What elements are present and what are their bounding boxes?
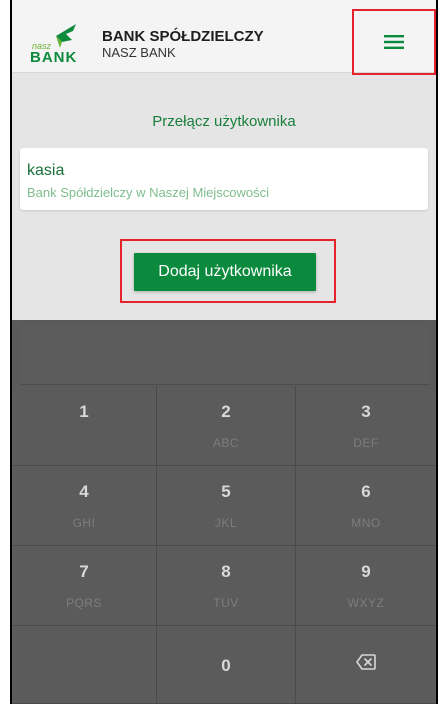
key-letters: ABC — [212, 436, 240, 450]
brand-subtitle: NASZ BANK — [102, 45, 176, 60]
key-digit: 0 — [221, 656, 231, 675]
key-empty — [12, 626, 157, 704]
pin-display — [20, 326, 430, 385]
user-bank-name: Bank Spółdzielczy w Naszej Miejscowości — [27, 185, 270, 200]
key-digit: 7 — [79, 562, 89, 581]
key-8[interactable]: 8 TUV — [157, 546, 296, 626]
key-letters: MNO — [351, 516, 381, 530]
brand-name: BANK SPÓŁDZIELCZY — [102, 28, 264, 45]
key-digit: 2 — [221, 402, 231, 421]
key-3[interactable]: 3 DEF — [296, 386, 436, 466]
bank-logo: nasz BANK — [26, 22, 88, 66]
switch-user-label: Przełącz użytkownika — [152, 113, 296, 130]
key-9[interactable]: 9 WXYZ — [296, 546, 436, 626]
key-2[interactable]: 2 ABC — [157, 386, 296, 466]
key-digit: 1 — [79, 402, 89, 421]
hamburger-icon — [384, 35, 404, 49]
key-letters: WXYZ — [347, 596, 385, 610]
logo-big-text: BANK — [30, 49, 78, 66]
key-letters: TUV — [213, 596, 239, 610]
key-digit: 9 — [361, 562, 371, 581]
key-7[interactable]: 7 PQRS — [12, 546, 157, 626]
key-1[interactable]: 1 — [12, 386, 157, 466]
key-6[interactable]: 6 MNO — [296, 466, 436, 546]
user-name: kasia — [27, 162, 65, 179]
key-letters: PQRS — [65, 596, 102, 610]
key-digit: 5 — [221, 482, 231, 501]
key-letters: DEF — [353, 436, 379, 450]
key-4[interactable]: 4 GHI — [12, 466, 157, 546]
key-letters: GHI — [72, 516, 96, 530]
key-0[interactable]: 0 — [157, 626, 296, 704]
keypad-grid: 1 2 ABC 3 DEF 4 GHI 5 JKL 6 MNO 7 PQRS 8… — [12, 386, 436, 704]
add-user-highlight: Dodaj użytkownika — [120, 239, 336, 303]
key-digit: 6 — [361, 482, 371, 501]
app-frame: nasz BANK BANK SPÓŁDZIELCZY NASZ BANK Pr… — [10, 0, 438, 704]
key-5[interactable]: 5 JKL — [157, 466, 296, 546]
user-card[interactable]: kasia Bank Spółdzielczy w Naszej Miejsco… — [20, 148, 428, 210]
key-digit: 4 — [79, 482, 89, 501]
menu-button[interactable] — [352, 9, 436, 75]
pin-keypad: 1 2 ABC 3 DEF 4 GHI 5 JKL 6 MNO 7 PQRS 8… — [12, 320, 436, 704]
key-digit: 8 — [221, 562, 231, 581]
key-digit: 3 — [361, 402, 371, 421]
key-letters: JKL — [214, 516, 238, 530]
backspace-key[interactable] — [296, 626, 436, 704]
backspace-icon — [356, 654, 376, 670]
add-user-button[interactable]: Dodaj użytkownika — [134, 253, 316, 291]
